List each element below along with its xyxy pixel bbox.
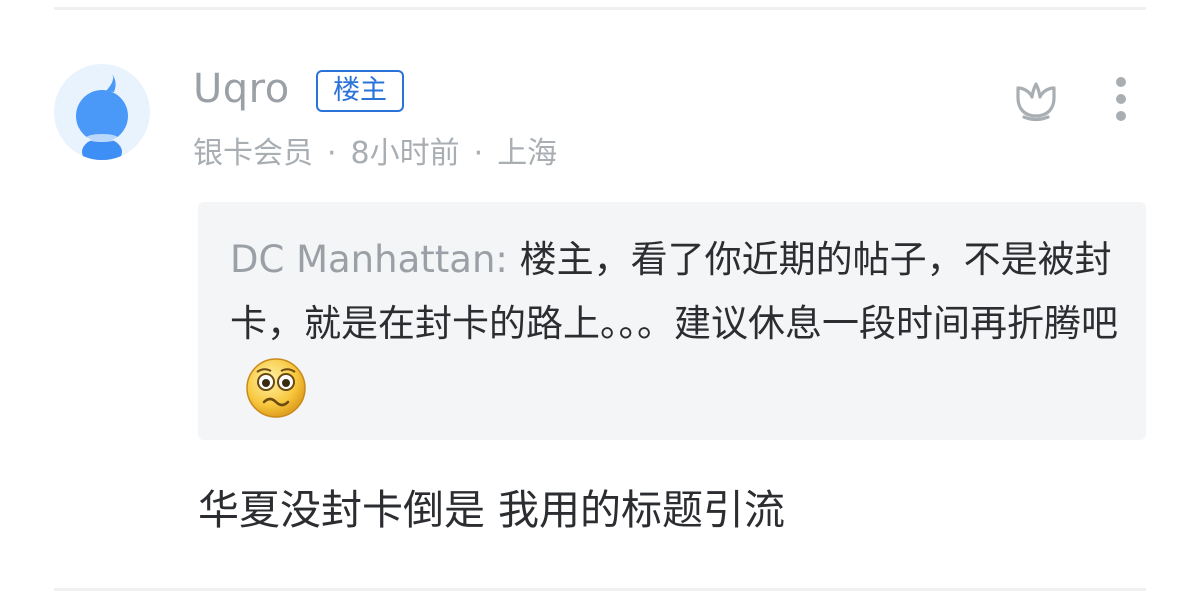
op-badge: 楼主 <box>316 70 404 112</box>
more-options-button[interactable] <box>1108 76 1134 124</box>
quoted-comment[interactable]: DC Manhattan: 楼主，看了你近期的帖子，不是被封卡，就是在封卡的路上… <box>198 202 1146 440</box>
post-time: 8小时前 <box>350 136 460 171</box>
username[interactable]: Uqro <box>193 66 290 112</box>
lotus-like-icon <box>1016 82 1056 122</box>
meta-separator: · <box>473 136 484 171</box>
bottom-divider <box>54 588 1146 591</box>
quote-author[interactable]: DC Manhattan: <box>230 238 508 281</box>
top-divider <box>54 7 1146 10</box>
like-button[interactable] <box>1010 76 1062 124</box>
reply-text: 华夏没封卡倒是 我用的标题引流 <box>198 486 786 534</box>
bird-avatar-icon <box>76 74 128 160</box>
vertical-dots-icon <box>1116 77 1126 121</box>
member-level: 银卡会员 <box>193 136 313 171</box>
avatar[interactable] <box>54 64 150 160</box>
worried-face-icon <box>244 356 308 440</box>
quote-content: DC Manhattan: 楼主，看了你近期的帖子，不是被封卡，就是在封卡的路上… <box>230 228 1120 440</box>
location: 上海 <box>497 136 558 171</box>
comment-meta: 银卡会员 · 8小时前 · 上海 <box>193 128 557 172</box>
meta-separator: · <box>327 136 337 171</box>
